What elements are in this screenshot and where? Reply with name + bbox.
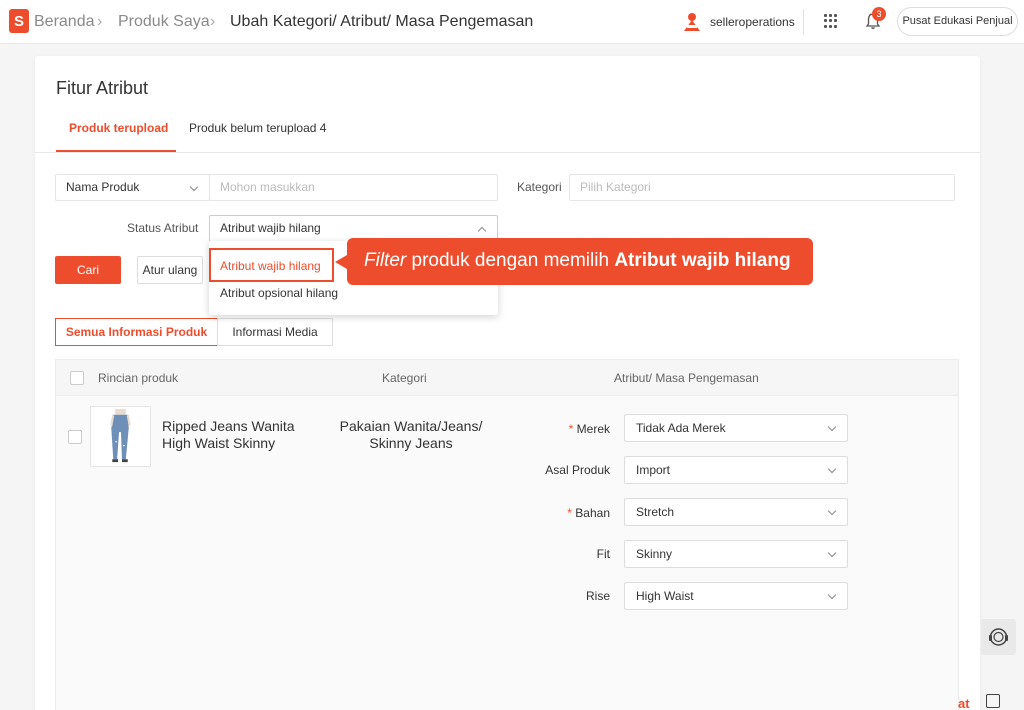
tab-divider (35, 152, 980, 153)
product-category: Pakaian Wanita/Jeans/ Skinny Jeans (339, 418, 483, 451)
chevron-down-icon (827, 590, 837, 600)
header-product-details: Rincian produk (98, 371, 179, 385)
tab-not-uploaded[interactable]: Produk belum terupload 4 (189, 121, 326, 135)
chevron-up-icon (477, 226, 487, 236)
support-button[interactable] (981, 619, 1016, 655)
option-mandatory-missing[interactable]: Atribut wajib hilang (209, 248, 334, 282)
tab-uploaded[interactable]: Produk terupload (69, 121, 168, 135)
header-attributes: Atribut/ Masa Pengemasan (614, 371, 759, 385)
headset-icon (989, 628, 1008, 646)
tab-all-product-info[interactable]: Semua Informasi Produk (55, 318, 218, 346)
reset-button[interactable]: Atur ulang (137, 256, 203, 284)
category-label: Kategori (517, 180, 562, 194)
search-placeholder: Mohon masukkan (220, 180, 315, 194)
annotation-callout: Filter produk dengan memilih Atribut waj… (335, 238, 813, 285)
search-button[interactable]: Cari (55, 256, 121, 284)
attr-label-brand: * Merek (568, 422, 610, 436)
chevron-down-icon (827, 506, 837, 516)
attr-select-origin[interactable]: Import (624, 456, 848, 484)
attr-label-rise: Rise (585, 589, 610, 603)
attr-value: Import (636, 463, 671, 477)
attr-value: High Waist (636, 589, 694, 603)
username[interactable]: selleroperations (710, 15, 795, 29)
category-select[interactable]: Pilih Kategori (569, 174, 955, 201)
attr-value: Stretch (636, 505, 675, 519)
status-attribute-label: Status Atribut (127, 221, 199, 235)
notification-badge: 3 (872, 7, 886, 21)
shopee-logo-icon[interactable]: S (9, 9, 29, 33)
table-row: Ripped Jeans Wanita High Waist Skinny Pa… (55, 396, 959, 710)
top-bar: S Beranda › Produk Saya › Ubah Kategori/… (0, 0, 1024, 44)
attr-label-material: * Bahan (567, 506, 610, 520)
breadcrumb-current: Ubah Kategori/ Atribut/ Masa Pengemasan (230, 13, 534, 30)
status-attribute-value: Atribut wajib hilang (220, 221, 321, 235)
jeans-image-icon (110, 408, 131, 463)
breadcrumb-home[interactable]: Beranda (34, 13, 95, 31)
attr-value: Tidak Ada Merek (636, 421, 726, 435)
divider (803, 9, 804, 35)
attr-select-rise[interactable]: High Waist (624, 582, 848, 610)
seller-education-button[interactable]: Pusat Edukasi Penjual (897, 7, 1018, 36)
attr-label-origin: Asal Produk (545, 463, 610, 477)
chevron-down-icon (189, 182, 199, 192)
chat-expand-icon[interactable] (986, 694, 1000, 708)
search-input[interactable]: Mohon masukkan (209, 174, 498, 201)
chevron-right-icon: › (97, 13, 103, 30)
header-category: Kategori (382, 371, 427, 385)
search-type-value: Nama Produk (66, 180, 140, 194)
chevron-down-icon (827, 548, 837, 558)
table-header: Rincian produk Kategori Atribut/ Masa Pe… (55, 359, 959, 396)
attr-select-brand[interactable]: Tidak Ada Merek (624, 414, 848, 442)
category-placeholder: Pilih Kategori (580, 180, 651, 194)
chevron-right-icon: › (210, 13, 216, 30)
attr-value: Skinny (636, 547, 673, 561)
product-name: Ripped Jeans Wanita High Waist Skinny (162, 418, 295, 451)
chat-label[interactable]: at (958, 696, 970, 710)
page-title: Fitur Atribut (56, 78, 149, 98)
attr-select-fit[interactable]: Skinny (624, 540, 848, 568)
tab-media-info[interactable]: Informasi Media (217, 318, 333, 346)
product-image[interactable] (90, 406, 151, 467)
chevron-down-icon (827, 464, 837, 474)
chevron-down-icon (827, 422, 837, 432)
apps-grid-icon[interactable] (824, 14, 838, 28)
attr-label-fit: Fit (596, 547, 610, 561)
user-avatar-icon[interactable] (682, 11, 702, 33)
select-all-checkbox[interactable] (70, 371, 84, 385)
breadcrumb-products[interactable]: Produk Saya (118, 13, 210, 31)
attr-select-material[interactable]: Stretch (624, 498, 848, 526)
search-type-select[interactable]: Nama Produk (55, 174, 210, 201)
main-card: Fitur Atribut Produk terupload Produk be… (35, 56, 980, 710)
row-checkbox[interactable] (68, 430, 82, 444)
